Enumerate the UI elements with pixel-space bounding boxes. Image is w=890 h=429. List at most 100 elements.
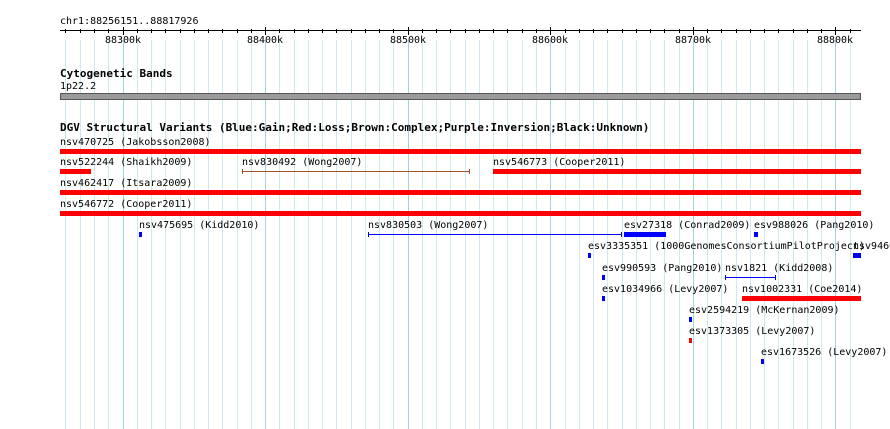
ruler-tick-label: 88800k (816, 35, 854, 46)
cytoband-bar[interactable] (60, 93, 861, 100)
ruler-minor-tick (736, 29, 737, 33)
ruler-minor-tick (778, 29, 779, 33)
ruler-minor-tick (237, 29, 238, 33)
ruler-minor-tick (622, 29, 623, 33)
variant-glyph-nsv1821[interactable] (725, 277, 776, 278)
variant-glyph-esv1373305[interactable] (689, 338, 692, 343)
ruler-minor-tick (664, 29, 665, 33)
ruler-major-tick (550, 27, 551, 35)
ruler-minor-tick (294, 29, 295, 33)
ruler-minor-tick (308, 29, 309, 33)
cytoband-title: Cytogenetic Bands (60, 67, 173, 80)
region-label: chr1:88256151..88817926 (60, 16, 199, 27)
variant-label-nsv470725: nsv470725 (Jakobsson2008) (60, 137, 211, 148)
variant-endcap (469, 169, 470, 174)
ruler-minor-tick (180, 29, 181, 33)
ruler-major-tick (835, 27, 836, 35)
variant-glyph-nsv546773[interactable] (493, 169, 861, 174)
variant-label-esv3335351: esv3335351 (1000GenomesConsortiumPilotPr… (588, 241, 865, 252)
ruler-minor-tick (764, 29, 765, 33)
ruler-minor-tick (721, 29, 722, 33)
ruler-major-tick (265, 27, 266, 35)
variant-endcap (368, 232, 369, 237)
ruler-minor-tick (208, 29, 209, 33)
variant-glyph-esv988026[interactable] (754, 232, 758, 237)
ruler-minor-tick (750, 29, 751, 33)
variant-label-nsv830492: nsv830492 (Wong2007) (242, 157, 363, 168)
variant-label-esv1373305: esv1373305 (Levy2007) (689, 326, 816, 337)
variant-glyph-esv1673526[interactable] (761, 359, 764, 364)
variant-label-nsv462417: nsv462417 (Itsara2009) (60, 178, 193, 189)
ruler-minor-tick (565, 29, 566, 33)
ruler-minor-tick (151, 29, 152, 33)
ruler-minor-tick (493, 29, 494, 33)
ruler-minor-tick (607, 29, 608, 33)
variant-glyph-esv2594219[interactable] (689, 317, 692, 322)
ruler-major-tick (693, 27, 694, 35)
ruler-minor-tick (807, 29, 808, 33)
ruler-minor-tick (251, 29, 252, 33)
cytoband-label: 1p22.2 (60, 81, 97, 92)
variant-glyph-esv1034966[interactable] (602, 296, 605, 301)
variant-glyph-nsv1002331[interactable] (742, 296, 861, 301)
variant-label-esv990593: esv990593 (Pang2010) (602, 263, 723, 274)
ruler-minor-tick (707, 29, 708, 33)
ruler-tick-label: 88300k (104, 35, 142, 46)
ruler-minor-tick (450, 29, 451, 33)
ruler-minor-tick (137, 29, 138, 33)
variant-label-esv988026: esv988026 (Pang2010) (754, 220, 875, 231)
ruler-minor-tick (522, 29, 523, 33)
variant-label-nsv546772: nsv546772 (Cooper2011) (60, 199, 193, 210)
variant-glyph-nsv546772[interactable] (60, 211, 861, 216)
ruler-tick-label: 88600k (531, 35, 569, 46)
variant-glyph-esv27318[interactable] (624, 232, 666, 237)
variant-label-nsv546773: nsv546773 (Cooper2011) (493, 157, 626, 168)
variant-label-nsv1821: nsv1821 (Kidd2008) (725, 263, 834, 274)
variant-glyph-esv990593[interactable] (602, 275, 605, 280)
variant-label-nsv1002331: nsv1002331 (Coe2014) (742, 284, 863, 295)
ruler-minor-tick (636, 29, 637, 33)
ruler-minor-tick (536, 29, 537, 33)
variant-endcap (725, 275, 726, 280)
variant-glyph-esv3335351[interactable] (588, 253, 591, 258)
ruler-minor-tick (479, 29, 480, 33)
ruler-minor-tick (850, 29, 851, 33)
ruler-minor-tick (322, 29, 323, 33)
ruler-minor-tick (436, 29, 437, 33)
ruler-major-tick (123, 27, 124, 35)
ruler-minor-tick (821, 29, 822, 33)
dgv-track-title: DGV Structural Variants (Blue:Gain;Red:L… (60, 121, 650, 134)
variant-label-nsv9460: nsv9460 (853, 241, 890, 252)
ruler-minor-tick (194, 29, 195, 33)
ruler-minor-tick (279, 29, 280, 33)
variant-glyph-nsv470725[interactable] (60, 149, 861, 154)
variant-glyph-nsv475695[interactable] (139, 232, 142, 237)
variant-label-nsv475695: nsv475695 (Kidd2010) (139, 220, 260, 231)
ruler-minor-tick (650, 29, 651, 33)
ruler-minor-tick (108, 29, 109, 33)
ruler-minor-tick (336, 29, 337, 33)
variant-endcap (242, 169, 243, 174)
ruler-tick-label: 88400k (246, 35, 284, 46)
variant-glyph-nsv830503[interactable] (368, 234, 622, 235)
variant-label-esv1034966: esv1034966 (Levy2007) (602, 284, 729, 295)
ruler-minor-tick (507, 29, 508, 33)
variant-endcap (621, 232, 622, 237)
ruler-minor-tick (222, 29, 223, 33)
ruler-minor-tick (379, 29, 380, 33)
ruler-minor-tick (165, 29, 166, 33)
variant-label-esv1673526: esv1673526 (Levy2007) (761, 347, 888, 358)
ruler-minor-tick (65, 29, 66, 33)
ruler-major-tick (408, 27, 409, 35)
ruler-minor-tick (793, 29, 794, 33)
variant-glyph-nsv830492[interactable] (242, 171, 470, 172)
variant-glyph-nsv9460[interactable] (853, 253, 861, 258)
ruler-minor-tick (94, 29, 95, 33)
ruler-minor-tick (351, 29, 352, 33)
variant-glyph-nsv522244[interactable] (60, 169, 91, 174)
variant-endcap (775, 275, 776, 280)
variant-glyph-nsv462417[interactable] (60, 190, 861, 195)
ruler-minor-tick (593, 29, 594, 33)
ruler-minor-tick (679, 29, 680, 33)
variant-label-nsv830503: nsv830503 (Wong2007) (368, 220, 489, 231)
